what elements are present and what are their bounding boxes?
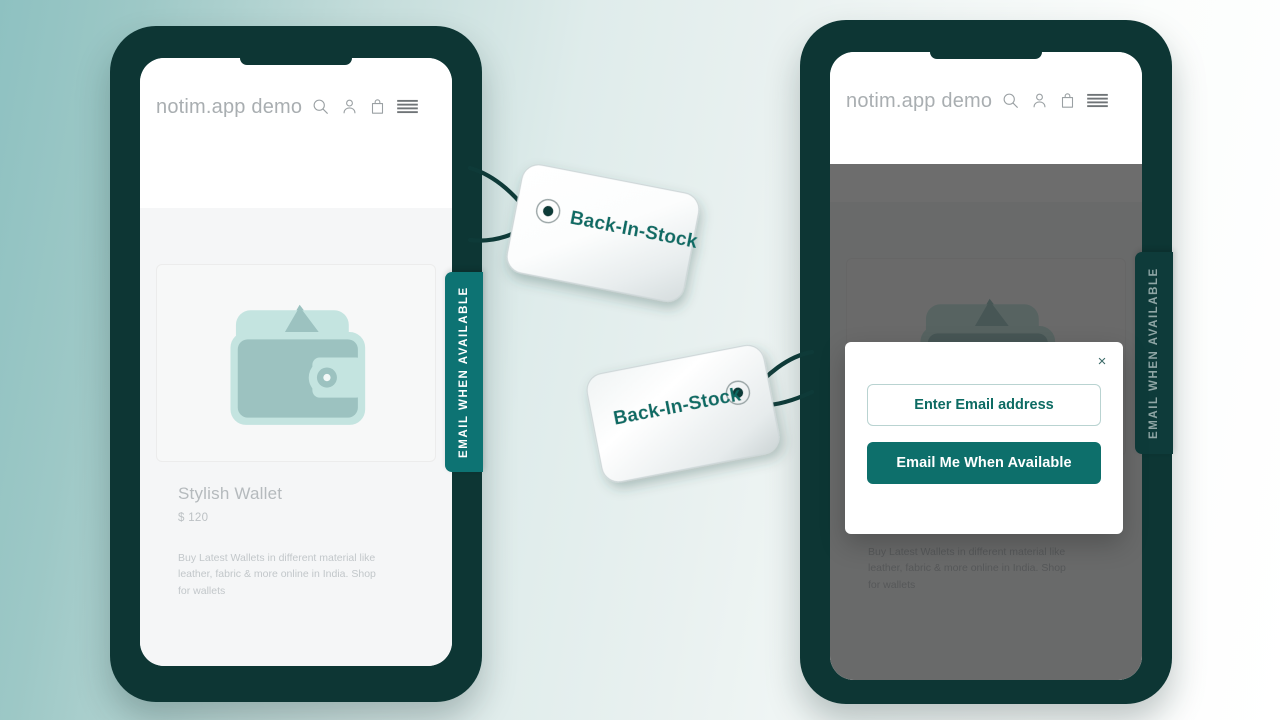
product-title: Stylish Wallet	[178, 484, 283, 503]
header-icon-group	[312, 98, 419, 115]
email-when-available-tab[interactable]: EMAIL WHEN AVAILABLE	[445, 272, 483, 472]
shopping-bag-icon[interactable]	[370, 98, 385, 115]
scene-canvas: notim.app demo Stylish Wallet $ 120 Buy …	[0, 0, 1280, 720]
brand-logo[interactable]: notim.app demo	[846, 90, 992, 113]
hamburger-menu-icon[interactable]	[397, 99, 419, 114]
phone-left-screen: notim.app demo Stylish Wallet $ 120 Buy …	[140, 58, 452, 666]
hang-tag-lower: Back-In-Stock	[586, 344, 780, 483]
product-description: Buy Latest Wallets in different material…	[178, 552, 376, 597]
product-info: Stylish Wallet $ 120 Buy Latest Wallets …	[140, 462, 452, 599]
product-body-left: Stylish Wallet $ 120 Buy Latest Wallets …	[140, 264, 452, 666]
hang-tag-label-upper: Back-In-Stock	[568, 208, 699, 253]
close-icon[interactable]: ×	[1093, 352, 1111, 370]
product-price: $ 120	[178, 512, 209, 524]
modal-body: Email Me When Available	[845, 342, 1123, 484]
hang-tag-label-lower: Back-In-Stock	[612, 384, 743, 429]
email-input[interactable]	[867, 384, 1101, 426]
phone-notch	[240, 58, 352, 65]
search-icon[interactable]	[1002, 92, 1019, 109]
hang-tag-upper: Back-In-Stock	[506, 164, 700, 302]
hamburger-menu-icon[interactable]	[1087, 93, 1109, 108]
email-me-when-available-button[interactable]: Email Me When Available	[867, 442, 1101, 484]
wallet-illustration	[230, 304, 366, 425]
shopping-bag-icon[interactable]	[1060, 92, 1075, 109]
brand-logo[interactable]: notim.app demo	[156, 96, 302, 119]
phone-left: notim.app demo Stylish Wallet $ 120 Buy …	[110, 26, 483, 702]
product-image-frame	[156, 264, 436, 462]
back-in-stock-modal: × Email Me When Available	[845, 342, 1123, 534]
email-when-available-tab[interactable]: EMAIL WHEN AVAILABLE	[1135, 252, 1173, 454]
site-header-left: notim.app demo	[140, 58, 452, 208]
user-icon[interactable]	[341, 98, 358, 115]
search-icon[interactable]	[312, 98, 329, 115]
phone-notch	[930, 52, 1042, 59]
user-icon[interactable]	[1031, 92, 1048, 109]
header-icon-group	[1002, 92, 1109, 109]
